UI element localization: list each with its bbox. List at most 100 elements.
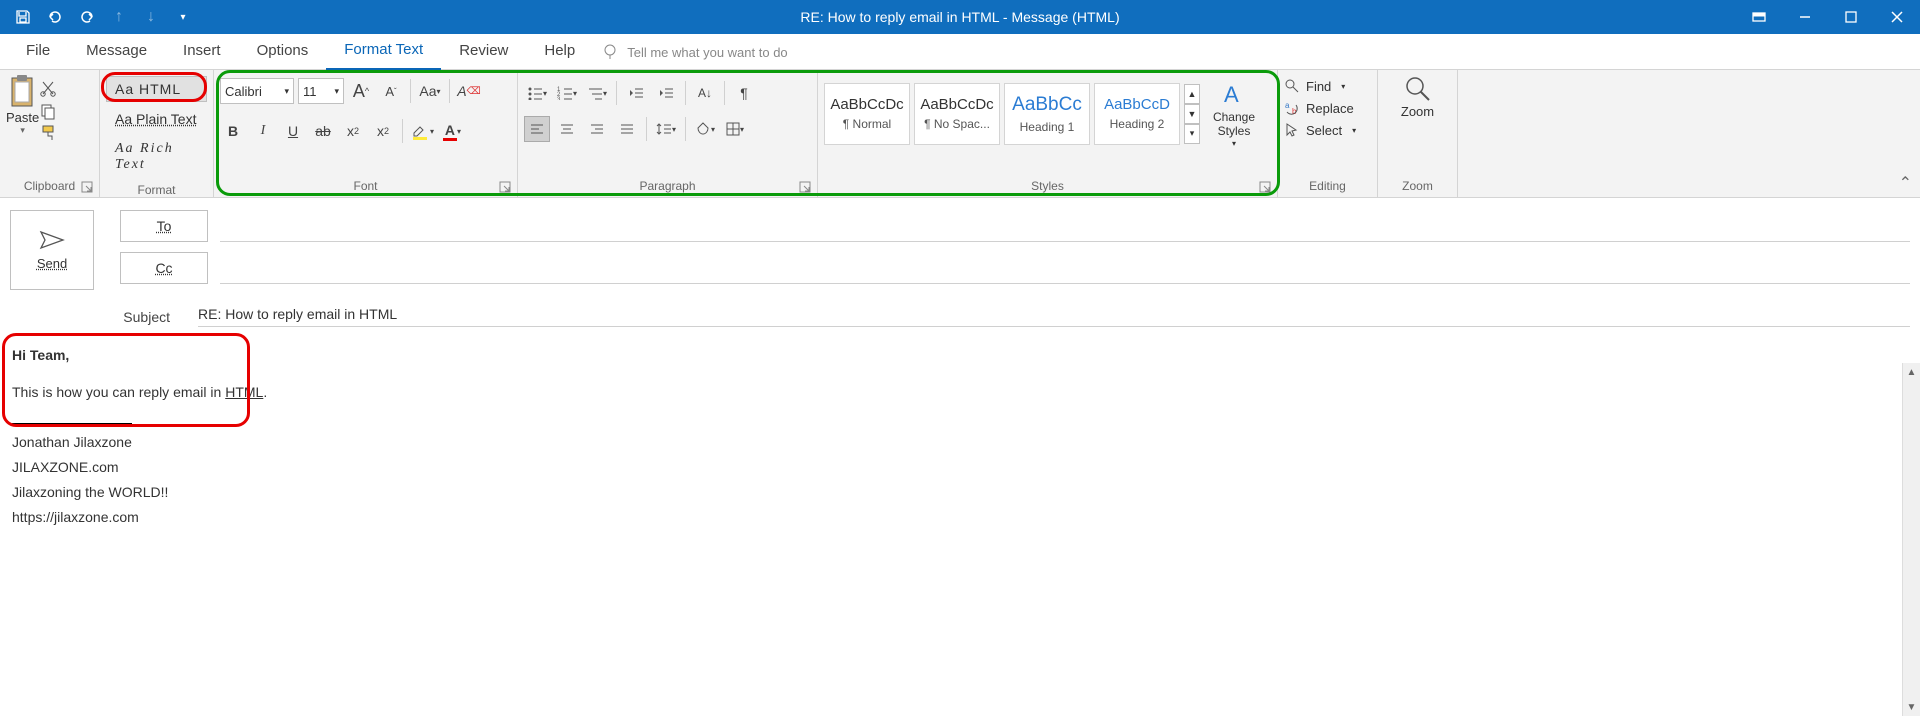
format-painter-icon[interactable]	[39, 124, 57, 142]
subject-label: Subject	[10, 309, 186, 325]
dialog-launcher-icon[interactable]	[499, 181, 513, 195]
scroll-down-icon[interactable]: ▼	[1903, 698, 1920, 716]
body-greeting: Hi Team,	[12, 347, 69, 363]
signature-tagline: Jilaxzoning the WORLD!!	[12, 482, 1908, 503]
to-field[interactable]	[220, 210, 1910, 242]
magnifier-icon	[1403, 74, 1433, 104]
qat-customize-icon[interactable]: ▾	[170, 4, 196, 30]
group-label-paragraph: Paragraph	[518, 175, 817, 197]
chevron-down-icon: ▼	[1184, 104, 1200, 124]
align-left-icon[interactable]	[524, 116, 550, 142]
collapse-ribbon-icon[interactable]: ⌃	[1899, 173, 1912, 193]
message-body[interactable]: Hi Team, This is how you can reply email…	[0, 331, 1920, 546]
font-name-select[interactable]: Calibri▾	[220, 78, 294, 104]
menu-bar: File Message Insert Options Format Text …	[0, 34, 1920, 70]
change-case-icon[interactable]: Aa▾	[417, 78, 443, 104]
shrink-font-icon[interactable]: Aˇ	[378, 78, 404, 104]
zoom-button[interactable]: Zoom	[1390, 74, 1446, 119]
highlight-color-icon[interactable]: ▾	[409, 118, 435, 144]
redo-icon[interactable]	[74, 4, 100, 30]
multilevel-list-icon[interactable]: ▾	[584, 80, 610, 106]
send-button[interactable]: Send	[10, 210, 94, 290]
scroll-up-icon[interactable]: ▲	[1903, 363, 1920, 381]
sort-icon[interactable]: A↓	[692, 80, 718, 106]
numbering-icon[interactable]: 123▾	[554, 80, 580, 106]
replace-button[interactable]: ab Replace	[1284, 100, 1356, 116]
replace-icon: ab	[1284, 100, 1300, 116]
show-marks-icon[interactable]: ¶	[731, 80, 757, 106]
paste-button[interactable]: Paste ▾	[6, 74, 39, 136]
save-icon[interactable]	[10, 4, 36, 30]
change-styles-button[interactable]: A Change Styles ▾	[1204, 80, 1264, 148]
style-normal[interactable]: AaBbCcDc¶ Normal	[824, 83, 910, 145]
borders-icon[interactable]: ▾	[722, 116, 748, 142]
dialog-launcher-icon[interactable]	[799, 181, 813, 195]
format-plain-button[interactable]: Aa Plain Text	[106, 106, 207, 132]
group-font: Calibri▾ 11▾ A^ Aˇ Aa▾ A⌫ B I U ab x2 x2…	[214, 70, 518, 197]
underline-button[interactable]: U	[280, 118, 306, 144]
subject-field[interactable]: RE: How to reply email in HTML	[198, 306, 1910, 327]
group-label-font: Font	[214, 175, 517, 197]
font-size-select[interactable]: 11▾	[298, 78, 344, 104]
shading-icon[interactable]: ▾	[692, 116, 718, 142]
clear-formatting-icon[interactable]: A⌫	[456, 78, 482, 104]
bold-button[interactable]: B	[220, 118, 246, 144]
styles-more-icon: ▾	[1184, 124, 1200, 144]
grow-font-icon[interactable]: A^	[348, 78, 374, 104]
ribbon-display-icon[interactable]	[1736, 0, 1782, 34]
format-rich-button[interactable]: Aa Rich Text	[106, 136, 207, 178]
decrease-indent-icon[interactable]	[623, 80, 649, 106]
font-color-icon[interactable]: A▾	[439, 118, 465, 144]
justify-icon[interactable]	[614, 116, 640, 142]
bullets-icon[interactable]: ▾	[524, 80, 550, 106]
to-button[interactable]: To	[120, 210, 208, 242]
group-label-clipboard: Clipboard	[0, 175, 99, 197]
style-heading-2[interactable]: AaBbCcDHeading 2	[1094, 83, 1180, 145]
group-label-format: Format	[100, 182, 213, 197]
strikethrough-button[interactable]: ab	[310, 118, 336, 144]
tab-options[interactable]: Options	[239, 34, 327, 69]
tab-help[interactable]: Help	[526, 34, 593, 69]
lightbulb-icon	[601, 43, 619, 61]
tell-me-placeholder: Tell me what you want to do	[627, 45, 787, 60]
style-heading-1[interactable]: AaBbCcHeading 1	[1004, 83, 1090, 145]
line-spacing-icon[interactable]: ▾	[653, 116, 679, 142]
minimize-icon[interactable]	[1782, 0, 1828, 34]
tab-format-text[interactable]: Format Text	[326, 33, 441, 70]
tab-review[interactable]: Review	[441, 34, 526, 69]
find-button[interactable]: Find▾	[1284, 78, 1356, 94]
close-icon[interactable]	[1874, 0, 1920, 34]
styles-gallery-arrows[interactable]: ▲ ▼ ▾	[1184, 84, 1200, 144]
vertical-scrollbar[interactable]: ▲ ▼	[1902, 363, 1920, 716]
group-styles: AaBbCcDc¶ Normal AaBbCcDc¶ No Spac... Aa…	[818, 70, 1278, 197]
group-paragraph: ▾ 123▾ ▾ A↓ ¶ ▾	[518, 70, 818, 197]
tell-me[interactable]: Tell me what you want to do	[601, 43, 787, 69]
prev-item-icon: ↑	[106, 4, 132, 30]
cc-field[interactable]	[220, 252, 1910, 284]
style-no-spacing[interactable]: AaBbCcDc¶ No Spac...	[914, 83, 1000, 145]
dialog-launcher-icon[interactable]	[1259, 181, 1273, 195]
subscript-button[interactable]: x2	[340, 118, 366, 144]
group-label-styles: Styles	[818, 175, 1277, 197]
quick-access-toolbar: ↑ ↓ ▾	[0, 4, 196, 30]
format-html-button[interactable]: Aa HTML	[106, 76, 207, 102]
undo-icon[interactable]	[42, 4, 68, 30]
italic-button[interactable]: I	[250, 118, 276, 144]
tab-insert[interactable]: Insert	[165, 34, 239, 69]
svg-text:a: a	[1285, 101, 1290, 110]
superscript-button[interactable]: x2	[370, 118, 396, 144]
group-editing: Find▾ ab Replace Select▾ Editing	[1278, 70, 1378, 197]
clipboard-icon	[8, 74, 38, 110]
ribbon: Paste ▾ Clipboard Aa HTML Aa Plain Text …	[0, 70, 1920, 198]
select-button[interactable]: Select▾	[1284, 122, 1356, 138]
tab-message[interactable]: Message	[68, 34, 165, 69]
tab-file[interactable]: File	[8, 34, 68, 69]
cc-button[interactable]: Cc	[120, 252, 208, 284]
cut-icon[interactable]	[39, 80, 57, 98]
align-center-icon[interactable]	[554, 116, 580, 142]
increase-indent-icon[interactable]	[653, 80, 679, 106]
copy-icon[interactable]	[39, 102, 57, 120]
maximize-icon[interactable]	[1828, 0, 1874, 34]
dialog-launcher-icon[interactable]	[81, 181, 95, 195]
align-right-icon[interactable]	[584, 116, 610, 142]
